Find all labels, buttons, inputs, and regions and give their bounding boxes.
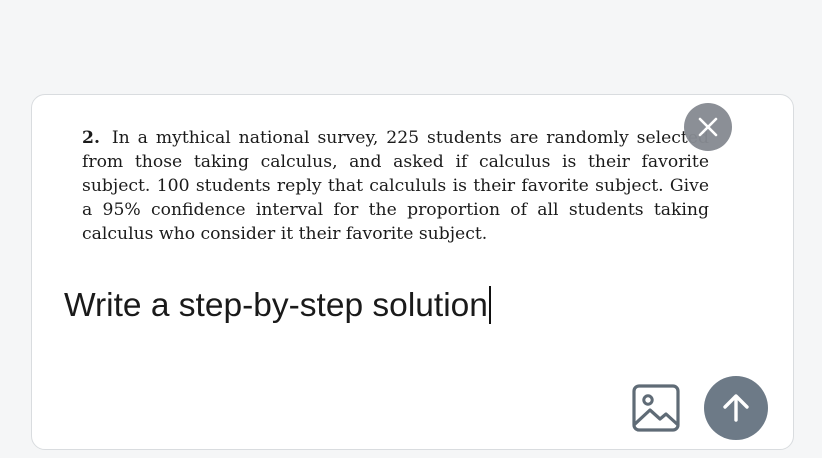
image-icon [631, 383, 681, 433]
upload-image-button[interactable] [630, 382, 682, 434]
problem-number: 2. [82, 128, 100, 148]
attached-problem-image: 2. In a mythical national survey, 225 st… [82, 126, 709, 248]
text-caret [488, 286, 491, 324]
prompt-input-text: Write a step-by-step solution [64, 287, 488, 324]
remove-image-button[interactable] [684, 103, 732, 151]
prompt-input[interactable]: Write a step-by-step solution [64, 284, 724, 330]
arrow-up-icon [721, 393, 751, 423]
problem-text: In a mythical national survey, 225 stude… [82, 128, 709, 244]
close-icon [697, 116, 719, 138]
send-button[interactable] [704, 376, 768, 440]
